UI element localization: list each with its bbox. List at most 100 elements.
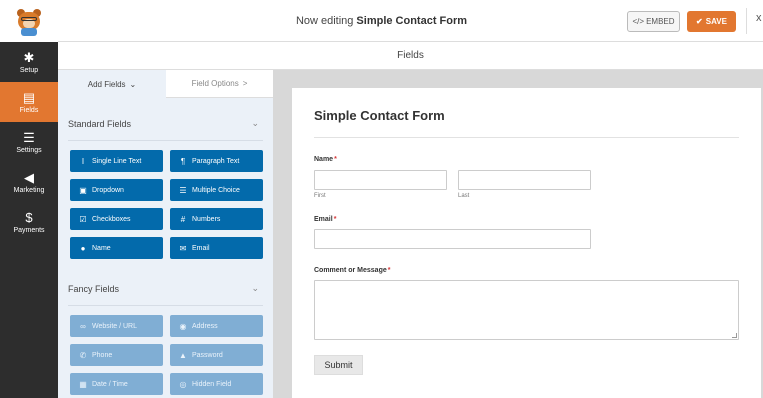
- field-button-label: Numbers: [192, 215, 221, 223]
- field-button-website-url[interactable]: ∞ Website / URL: [70, 315, 163, 337]
- editing-prefix: Now editing: [295, 15, 354, 27]
- field-button-hidden-field[interactable]: ◎ Hidden Field: [170, 373, 263, 395]
- field-button-label: Multiple Choice: [192, 186, 240, 194]
- embed-button-label: EMBED: [646, 17, 675, 26]
- save-button[interactable]: ✔ SAVE: [687, 11, 736, 32]
- paragraph-icon: ¶: [180, 156, 186, 166]
- field-button-label: Single Line Text: [92, 157, 142, 165]
- tab-label: Field Options: [191, 79, 239, 88]
- eye-slash-icon: ◎: [179, 379, 187, 389]
- field-button-checkboxes[interactable]: ☑ Checkboxes: [70, 208, 163, 230]
- submit-button[interactable]: Submit: [314, 355, 363, 375]
- chevron-down-icon: ⌄: [251, 283, 259, 293]
- sidebar-item-setup[interactable]: ✱ Setup: [0, 42, 58, 82]
- chevron-right-icon: >: [242, 79, 248, 88]
- field-button-label: Address: [192, 322, 218, 330]
- field-button-label: Phone: [92, 351, 113, 359]
- lock-icon: ▲: [179, 350, 187, 360]
- chevron-down-icon: ⌄: [129, 79, 137, 89]
- embed-button[interactable]: </> EMBED: [627, 11, 680, 32]
- hash-icon: #: [180, 214, 186, 224]
- field-button-label: Dropdown: [92, 186, 124, 194]
- chevron-down-icon: ⌄: [251, 118, 259, 128]
- checkbox-icon: ☑: [79, 214, 87, 224]
- field-button-address[interactable]: ◉ Address: [170, 315, 263, 337]
- dollar-icon: $: [25, 209, 33, 225]
- sidebar-item-label: Setup: [19, 66, 39, 74]
- topbar-divider: [746, 8, 747, 34]
- message-textarea[interactable]: [314, 280, 739, 340]
- standard-fields-header[interactable]: Standard Fields ⌄: [68, 107, 263, 141]
- section-title: Fancy Fields: [68, 283, 120, 294]
- field-button-multiple-choice[interactable]: ☰ Multiple Choice: [170, 179, 263, 201]
- name-label-text: Name: [314, 156, 334, 163]
- field-button-name[interactable]: ● Name: [70, 237, 163, 259]
- envelope-icon: ✉: [179, 243, 187, 253]
- fields-header: Fields: [58, 42, 763, 70]
- first-name-input[interactable]: [314, 170, 447, 190]
- link-icon: ∞: [80, 321, 86, 331]
- field-button-phone[interactable]: ✆ Phone: [70, 344, 163, 366]
- fields-icon: ▤: [22, 89, 36, 105]
- check-icon: ✔: [696, 17, 703, 26]
- sidebar-item-payments[interactable]: $ Payments: [0, 202, 58, 242]
- sidebar-item-label: Marketing: [13, 186, 45, 194]
- message-field-label: Comment or Message*: [314, 267, 390, 274]
- field-button-numbers[interactable]: # Numbers: [170, 208, 263, 230]
- field-button-label: Website / URL: [92, 322, 137, 330]
- name-field-label: Name*: [314, 156, 337, 163]
- phone-icon: ✆: [79, 350, 87, 360]
- tab-field-options[interactable]: Field Options >: [166, 70, 273, 98]
- map-pin-icon: ◉: [179, 321, 187, 331]
- tab-add-fields[interactable]: Add Fields ⌄: [58, 70, 166, 98]
- sidebar-item-label: Payments: [13, 226, 45, 234]
- sidebar-item-label: Settings: [16, 146, 42, 154]
- email-input[interactable]: [314, 229, 591, 249]
- user-icon: ●: [80, 243, 86, 253]
- form-title: Simple Contact Form: [314, 108, 445, 123]
- tab-label: Add Fields: [87, 79, 126, 89]
- sidebar-item-label: Fields: [19, 106, 39, 114]
- sidebar-item-settings[interactable]: ☰ Settings: [0, 122, 58, 162]
- required-mark: *: [334, 156, 337, 163]
- first-name-sublabel: First: [314, 193, 326, 199]
- section-title: Standard Fields: [68, 118, 132, 129]
- field-button-label: Checkboxes: [92, 215, 131, 223]
- save-button-label: SAVE: [705, 17, 727, 26]
- list-icon: ☰: [179, 185, 187, 195]
- field-button-label: Hidden Field: [192, 380, 232, 388]
- resize-handle-icon[interactable]: [732, 333, 737, 338]
- last-name-sublabel: Last: [458, 193, 470, 199]
- required-mark: *: [333, 216, 337, 223]
- close-icon[interactable]: x: [756, 12, 762, 24]
- fields-panel: Add Fields ⌄ Field Options > Standard Fi…: [58, 70, 273, 398]
- email-field-label: Email*: [314, 216, 336, 223]
- builder-sidebar: ✱ Setup ▤ Fields ☰ Settings ◀ Marketing …: [0, 42, 58, 398]
- field-button-email[interactable]: ✉ Email: [170, 237, 263, 259]
- field-button-label: Email: [192, 244, 210, 252]
- field-button-paragraph-text[interactable]: ¶ Paragraph Text: [170, 150, 263, 172]
- field-button-single-line-text[interactable]: I Single Line Text: [70, 150, 163, 172]
- field-button-label: Password: [192, 351, 223, 359]
- field-button-dropdown[interactable]: ▣ Dropdown: [70, 179, 163, 201]
- sidebar-item-marketing[interactable]: ◀ Marketing: [0, 162, 58, 202]
- sidebar-item-fields[interactable]: ▤ Fields: [0, 82, 58, 122]
- field-button-date-time[interactable]: ▦ Date / Time: [70, 373, 163, 395]
- calendar-icon: ▦: [79, 379, 87, 389]
- field-button-label: Paragraph Text: [192, 157, 240, 165]
- panel-tabs: Add Fields ⌄ Field Options >: [58, 70, 273, 98]
- form-title-divider: [314, 137, 739, 138]
- megaphone-icon: ◀: [24, 169, 34, 185]
- fancy-fields-header[interactable]: Fancy Fields ⌄: [68, 272, 263, 306]
- email-label-text: Email: [314, 216, 333, 223]
- last-name-input[interactable]: [458, 170, 591, 190]
- required-mark: *: [387, 267, 391, 274]
- field-button-label: Name: [92, 244, 111, 252]
- dropdown-icon: ▣: [79, 185, 87, 195]
- gear-icon: ✱: [23, 49, 35, 65]
- message-label-text: Comment or Message: [314, 267, 387, 274]
- editing-form-name: Simple Contact Form: [356, 15, 468, 27]
- sliders-icon: ☰: [23, 129, 35, 145]
- field-button-password[interactable]: ▲ Password: [170, 344, 263, 366]
- code-icon: </>: [632, 17, 645, 26]
